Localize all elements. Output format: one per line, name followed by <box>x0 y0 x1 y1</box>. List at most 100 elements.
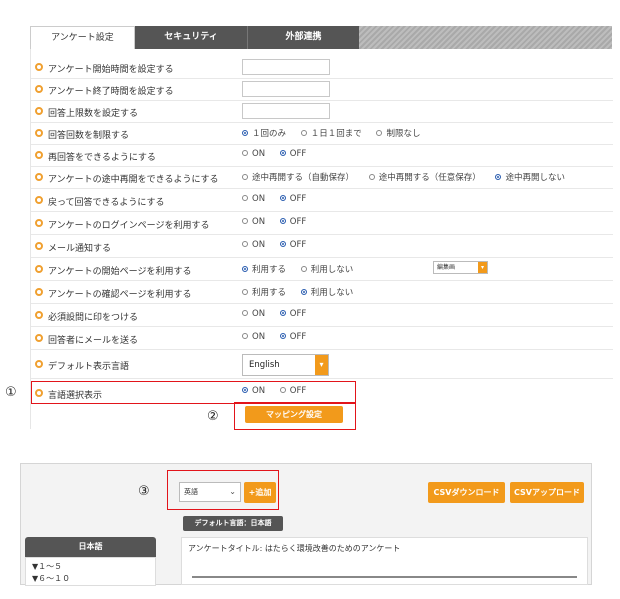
radio-group: ON OFF <box>242 217 318 227</box>
radio-option[interactable]: 利用しない <box>300 286 353 298</box>
bullet-icon <box>35 265 43 273</box>
setting-label: メール通知する <box>48 244 112 254</box>
setting-label: アンケート開始時間を設定する <box>48 65 174 75</box>
highlight-language-switch <box>31 381 356 404</box>
setting-row-mail-notify: メール通知する ON OFF <box>31 236 613 258</box>
radio-option[interactable]: ON <box>242 332 265 342</box>
radio-option[interactable]: 途中再開する（任意保存） <box>368 171 481 183</box>
radio-icon <box>242 332 248 339</box>
radio-icon <box>242 288 248 295</box>
radio-selected-icon <box>279 240 286 247</box>
language-editor-panel: 英語 ⌄ +追加 CSVダウンロード CSVアップロード デフォルト言語：日本語… <box>20 463 592 586</box>
tab-security[interactable]: セキュリティ <box>135 26 247 49</box>
bullet-icon <box>35 334 43 342</box>
setting-row-answer-count: 回答回数を制限する １回のみ １日１回まで 制限なし <box>31 123 613 145</box>
marker-1: ① <box>5 385 17 400</box>
setting-label: 回答上限数を設定する <box>48 109 139 119</box>
setting-label: 再回答をできるようにする <box>48 153 156 163</box>
setting-row-respondent-mail: 回答者にメールを送る ON OFF <box>31 328 613 350</box>
bullet-icon <box>35 63 43 71</box>
bullet-icon <box>35 151 43 159</box>
radio-selected-icon <box>279 149 286 156</box>
bullet-icon <box>35 242 43 250</box>
radio-selected-icon <box>495 173 502 180</box>
sidebar-item-page-6-10[interactable]: ▼６～１０ <box>32 573 149 585</box>
radio-icon <box>242 194 248 201</box>
end-time-input[interactable] <box>242 81 330 97</box>
start-page-select[interactable]: 編集画 ▾ <box>433 261 488 274</box>
bullet-icon <box>35 311 43 319</box>
radio-option[interactable]: 利用する <box>242 263 286 275</box>
radio-group: ON OFF <box>242 309 318 319</box>
setting-label: 回答者にメールを送る <box>48 336 139 346</box>
marker-2: ② <box>207 409 219 424</box>
setting-row-start-time: アンケート開始時間を設定する <box>31 57 613 79</box>
radio-option[interactable]: OFF <box>279 240 306 250</box>
radio-option[interactable]: ON <box>242 217 265 227</box>
settings-panel: アンケート開始時間を設定する アンケート終了時間を設定する 回答上限数を設定する… <box>30 49 613 429</box>
setting-row-confirm-page: アンケートの確認ページを利用する 利用する 利用しない <box>31 282 613 304</box>
setting-label: アンケートのログインページを利用する <box>48 221 210 231</box>
radio-group: １回のみ １日１回まで 制限なし <box>242 127 432 139</box>
setting-row-back: 戻って回答できるようにする ON OFF <box>31 190 613 212</box>
radio-option[interactable]: ON <box>242 240 265 250</box>
setting-row-reanswer: 再回答をできるようにする ON OFF <box>31 145 613 167</box>
radio-option[interactable]: ON <box>242 149 265 159</box>
radio-option[interactable]: 利用する <box>242 286 286 298</box>
radio-selected-icon <box>242 129 248 136</box>
tab-survey-settings[interactable]: アンケート設定 <box>30 26 135 49</box>
radio-option[interactable]: ON <box>242 194 265 204</box>
radio-icon <box>242 149 248 156</box>
radio-icon <box>242 309 248 316</box>
setting-row-answer-limit: 回答上限数を設定する <box>31 101 613 123</box>
bullet-icon <box>35 196 43 204</box>
radio-icon <box>300 265 307 272</box>
bullet-icon <box>35 107 43 115</box>
radio-option[interactable]: OFF <box>279 332 306 342</box>
start-time-input[interactable] <box>242 59 330 75</box>
bullet-icon <box>35 288 43 296</box>
setting-label: 必須設問に印をつける <box>48 313 139 323</box>
radio-option[interactable]: OFF <box>279 149 306 159</box>
radio-option[interactable]: OFF <box>279 194 306 204</box>
radio-group: 利用する 利用しない <box>242 263 365 275</box>
default-language-select[interactable]: English ▾ <box>242 354 329 376</box>
radio-icon <box>368 173 375 180</box>
highlight-language-add <box>167 470 279 510</box>
chevron-down-icon: ▾ <box>315 355 328 375</box>
highlight-mapping-button <box>234 402 356 430</box>
radio-option[interactable]: 利用しない <box>300 263 353 275</box>
radio-group: ON OFF <box>242 194 318 204</box>
settings-tab-bar: アンケート設定 セキュリティ 外部連携 <box>30 26 612 49</box>
setting-row-resume: アンケートの途中再開をできるようにする 途中再開する（自動保存） 途中再開する（… <box>31 167 613 189</box>
bullet-icon <box>35 360 43 368</box>
setting-row-login-page: アンケートのログインページを利用する ON OFF <box>31 213 613 235</box>
radio-option[interactable]: 途中再開しない <box>495 171 565 183</box>
setting-row-default-language: デフォルト表示言語 English ▾ <box>31 351 613 379</box>
radio-option[interactable]: OFF <box>279 217 306 227</box>
sidebar-item-page-1-5[interactable]: ▼１～５ <box>32 561 149 573</box>
radio-option[interactable]: １日１回まで <box>300 127 362 139</box>
radio-icon <box>376 129 383 136</box>
radio-option[interactable]: OFF <box>279 309 306 319</box>
setting-label: アンケートの確認ページを利用する <box>48 290 192 300</box>
setting-label: デフォルト表示言語 <box>48 362 130 372</box>
radio-selected-icon <box>300 288 307 295</box>
radio-option[interactable]: 制限なし <box>376 127 420 139</box>
radio-group: ON OFF <box>242 149 318 159</box>
answer-limit-input[interactable] <box>242 103 330 119</box>
csv-download-button[interactable]: CSVダウンロード <box>428 482 505 503</box>
radio-option[interactable]: 途中再開する（自動保存） <box>242 171 354 183</box>
radio-option[interactable]: １回のみ <box>242 127 286 139</box>
radio-selected-icon <box>279 194 286 201</box>
radio-option[interactable]: ON <box>242 309 265 319</box>
setting-row-end-time: アンケート終了時間を設定する <box>31 79 613 101</box>
chevron-down-icon: ▾ <box>478 262 487 273</box>
page-list-sidebar: ▼１～５ ▼６～１０ <box>25 557 156 586</box>
csv-upload-button[interactable]: CSVアップロード <box>510 482 584 503</box>
tab-external-integration[interactable]: 外部連携 <box>247 26 359 49</box>
setting-label: アンケート終了時間を設定する <box>48 87 174 97</box>
setting-label: アンケートの途中再開をできるようにする <box>48 175 219 185</box>
radio-selected-icon <box>279 217 286 224</box>
setting-row-required-mark: 必須設問に印をつける ON OFF <box>31 305 613 327</box>
